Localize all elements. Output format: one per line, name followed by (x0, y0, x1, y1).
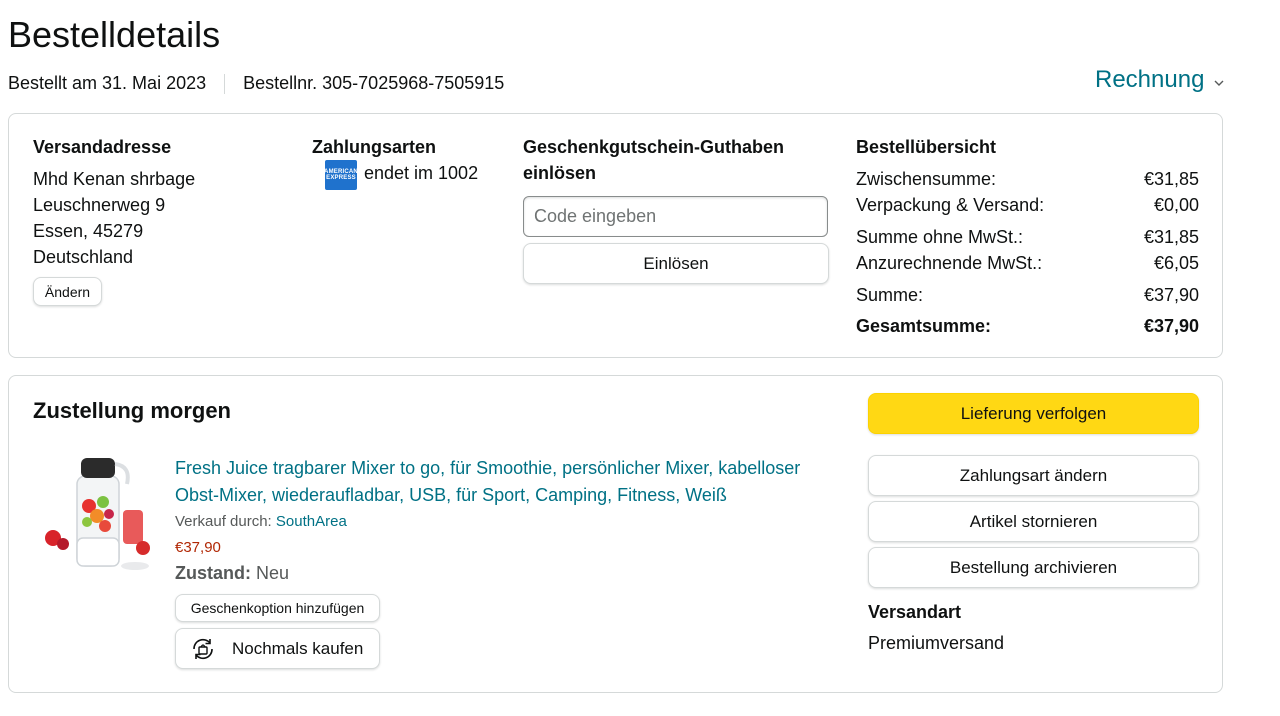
order-number: Bestellnr. 305-7025968-7505915 (243, 73, 505, 93)
redeem-button[interactable]: Einlösen (523, 243, 829, 284)
summary-value: €31,85 (1143, 227, 1199, 247)
delivery-card: Zustellung morgen Fresh Juice tragbarer (8, 375, 1223, 693)
summary-value: €0,00 (1153, 195, 1199, 215)
amex-card-icon: AMERICAN EXPRESS (324, 160, 358, 190)
summary-label: Summe ohne MwSt.: (856, 227, 1024, 247)
shipping-method-heading: Versandart (868, 602, 962, 622)
address-line-street: Leuschnerweg 9 (33, 195, 166, 215)
gift-card-heading: Geschenkgutschein-Guthaben einlösen (523, 134, 784, 186)
product-price: €37,90 (175, 539, 221, 556)
summary-value: €37,90 (1143, 316, 1199, 336)
seller-label: Verkauf durch: (175, 513, 272, 530)
address-line-name: Mhd Kenan shrbage (33, 169, 196, 189)
product-condition: Zustand: Neu (175, 563, 289, 584)
delivery-status-title: Zustellung morgen (33, 398, 231, 423)
page-title: Bestelldetails (8, 14, 221, 55)
shipping-method-value: Premiumversand (868, 633, 1005, 653)
chevron-down-icon (1214, 75, 1224, 90)
condition-value: Neu (256, 563, 290, 583)
summary-label: Gesamtsumme: (856, 316, 992, 336)
address-line-country: Deutschland (33, 247, 134, 267)
condition-label: Zustand: (175, 563, 251, 583)
archive-order-button[interactable]: Bestellung archivieren (868, 547, 1199, 588)
address-line-city: Essen, 45279 (33, 221, 144, 241)
order-date: Bestellt am 31. Mai 2023 (8, 73, 207, 93)
change-address-button[interactable]: Ändern (33, 277, 102, 306)
buy-again-icon (193, 638, 213, 659)
gift-card-heading-line2: einlösen (523, 163, 597, 183)
meta-divider (224, 73, 226, 94)
gift-option-button[interactable]: Geschenkoption hinzufügen (175, 594, 380, 622)
summary-row-grand-total: Gesamtsumme: €37,90 (856, 313, 1199, 339)
summary-label: Anzurechnende MwSt.: (856, 253, 1043, 273)
order-summary-heading: Bestellübersicht (856, 137, 997, 157)
buy-again-label: Nochmals kaufen (232, 638, 364, 658)
summary-row-vat: Anzurechnende MwSt.: €6,05 (856, 250, 1199, 276)
change-payment-button[interactable]: Zahlungsart ändern (868, 455, 1199, 496)
track-package-button[interactable]: Lieferung verfolgen (868, 393, 1199, 434)
summary-value: €37,90 (1143, 285, 1199, 305)
buy-again-button[interactable]: Nochmals kaufen (175, 628, 380, 669)
summary-row-net: Summe ohne MwSt.: €31,85 (856, 224, 1199, 250)
summary-value: €6,05 (1153, 253, 1199, 273)
product-image[interactable] (43, 454, 155, 578)
invoice-label: Rechnung (1095, 66, 1205, 93)
gift-card-heading-line1: Geschenkgutschein-Guthaben (523, 137, 785, 157)
seller-info: Verkauf durch: SouthArea (175, 513, 347, 530)
payment-card-text: endet im 1002 (364, 163, 479, 183)
cancel-item-button[interactable]: Artikel stornieren (868, 501, 1199, 542)
shipping-address-heading: Versandadresse (33, 137, 172, 157)
summary-label: Verpackung & Versand: (856, 195, 1045, 215)
gift-code-input[interactable] (523, 196, 828, 237)
summary-value: €31,85 (1143, 169, 1199, 189)
summary-row-total: Summe: €37,90 (856, 282, 1199, 308)
product-title-link[interactable]: Fresh Juice tragbarer Mixer to go, für S… (175, 455, 845, 509)
invoice-dropdown[interactable]: Rechnung (1095, 66, 1224, 94)
summary-label: Summe: (856, 285, 924, 305)
summary-label: Zwischensumme: (856, 169, 997, 189)
summary-row-subtotal: Zwischensumme: €31,85 (856, 166, 1199, 192)
summary-row-shipping: Verpackung & Versand: €0,00 (856, 192, 1199, 218)
order-info-card: Versandadresse Mhd Kenan shrbage Leuschn… (8, 113, 1223, 358)
seller-link[interactable]: SouthArea (276, 513, 347, 530)
amex-logo-text: AMERICAN EXPRESS (324, 169, 358, 181)
order-meta: Bestellt am 31. Mai 2023 Bestellnr. 305-… (8, 73, 504, 94)
payment-heading: Zahlungsarten (312, 137, 437, 157)
